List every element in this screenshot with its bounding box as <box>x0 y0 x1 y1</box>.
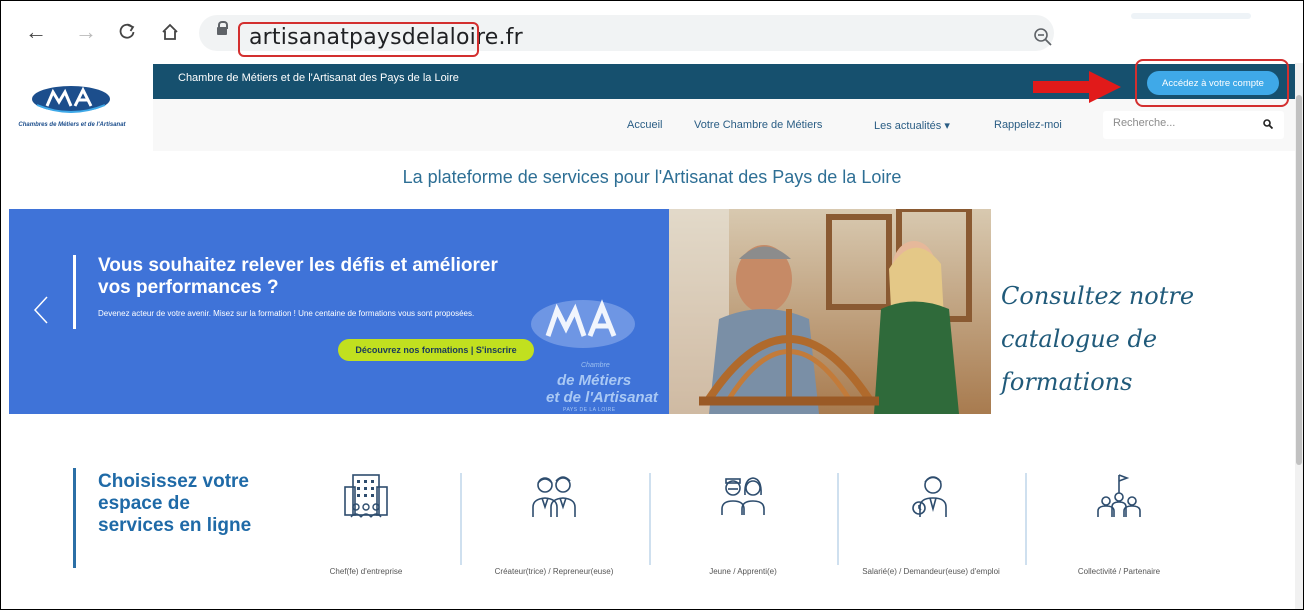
zoom-out-icon[interactable] <box>1033 27 1053 47</box>
home-icon[interactable] <box>157 19 183 45</box>
carousel-prev-icon[interactable] <box>33 295 49 325</box>
browser-toolbar: ← → artisanatpaysdelaloire.fr <box>1 1 1303 63</box>
url-highlight-box <box>238 22 479 57</box>
space-createur-repreneur[interactable]: Créateur(trice) / Repreneur(euse) <box>479 471 629 576</box>
banner-text: Devenez acteur de votre avenir. Misez su… <box>98 309 475 318</box>
separator <box>1025 473 1027 565</box>
space-label: Créateur(trice) / Repreneur(euse) <box>494 567 614 576</box>
browser-window: ← → artisanatpaysdelaloire.fr Chambre de… <box>0 0 1304 610</box>
space-label: Jeune / Apprenti(e) <box>709 567 777 576</box>
employee-icon <box>912 476 947 517</box>
watermark-artisanat: et de l'Artisanat <box>546 389 658 406</box>
space-salarie-demandeur[interactable]: Salarié(e) / Demandeur(euse) d'emploi <box>856 471 1006 576</box>
space-label: Collectivité / Partenaire <box>1077 567 1161 576</box>
catalog-promo-text[interactable]: Consultez notre catalogue de formations <box>1001 275 1241 404</box>
scrollbar-thumb[interactable] <box>1296 95 1302 465</box>
separator <box>460 473 462 565</box>
nav-votre-chambre[interactable]: Votre Chambre de Métiers <box>694 119 822 131</box>
back-arrow-icon[interactable]: ← <box>23 19 49 45</box>
espaces-accent-bar <box>73 468 76 568</box>
espaces-title: Choisissez votre espace de services en l… <box>98 471 252 536</box>
logo-subtitle: Chambres de Métiers et de l'Artisanat <box>18 122 126 128</box>
cma-watermark-icon <box>531 299 635 348</box>
watermark-chambre: Chambre <box>581 362 610 369</box>
separator <box>649 473 651 565</box>
red-arrow-icon <box>1033 71 1121 103</box>
cma-logo-icon[interactable] <box>31 85 111 113</box>
search-input[interactable] <box>1113 117 1253 129</box>
building-icon <box>344 474 388 518</box>
reload-icon[interactable] <box>114 19 140 45</box>
formations-button[interactable]: Découvrez nos formations | S'inscrire <box>338 339 534 361</box>
account-highlight-box <box>1135 59 1289 107</box>
forward-arrow-icon[interactable]: → <box>73 19 99 45</box>
two-people-icon <box>532 476 576 517</box>
toolbar-extension-area <box>1131 13 1251 19</box>
space-jeune-apprenti[interactable]: Jeune / Apprenti(e) <box>668 471 818 576</box>
nav-rappelez-moi[interactable]: Rappelez-moi <box>994 119 1062 131</box>
young-people-icon <box>721 477 765 515</box>
banner-heading: Vous souhaitez relever les défis et amél… <box>98 255 498 298</box>
search-icon[interactable] <box>1263 119 1273 129</box>
workshop-photo <box>669 209 991 414</box>
nav-accueil[interactable]: Accueil <box>627 119 662 131</box>
space-collectivite-partenaire[interactable]: Collectivité / Partenaire <box>1044 471 1194 576</box>
space-label: Chef(fe) d'entreprise <box>329 567 403 576</box>
banner-accent-bar <box>73 255 76 329</box>
space-label: Salarié(e) / Demandeur(euse) d'emploi <box>862 567 1000 576</box>
team-flag-icon <box>1097 474 1141 517</box>
space-chef-entreprise[interactable]: Chef(fe) d'entreprise <box>291 471 441 576</box>
nav-actualites[interactable]: Les actualités ▾ <box>874 119 950 132</box>
watermark-metiers: de Métiers <box>557 372 632 389</box>
watermark-sub: PAYS DE LA LOIRE <box>563 407 616 413</box>
page-tagline: La plateforme de services pour l'Artisan… <box>402 167 902 187</box>
separator <box>837 473 839 565</box>
topbar-title: Chambre de Métiers et de l'Artisanat des… <box>178 72 459 84</box>
lock-icon[interactable] <box>217 21 228 35</box>
